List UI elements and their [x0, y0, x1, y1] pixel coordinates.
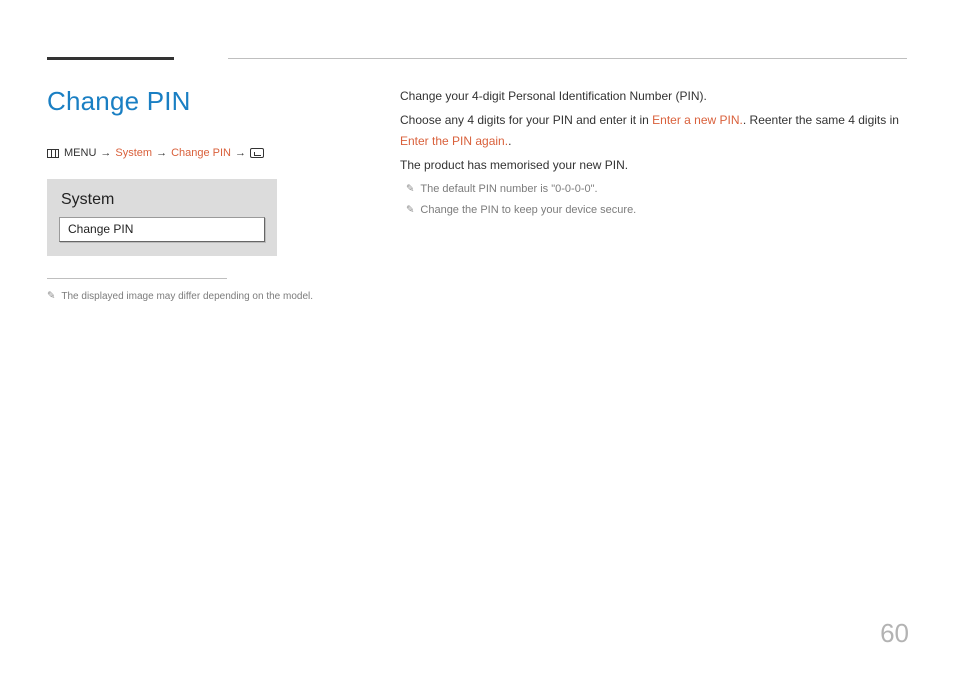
body-p1: Change your 4-digit Personal Identificat… [400, 86, 907, 106]
header-rule-thin [228, 58, 907, 59]
page-title: Change PIN [47, 86, 367, 117]
breadcrumb-change-pin[interactable]: Change PIN [171, 147, 231, 159]
panel-underline [47, 278, 227, 279]
header-rule-heavy [47, 57, 174, 60]
body-p2-c: . [508, 134, 511, 148]
menu-panel-row-change-pin[interactable]: Change PIN [59, 217, 265, 242]
pen-icon: ✎ [47, 291, 55, 302]
breadcrumb-system[interactable]: System [115, 147, 152, 159]
note-2-text: Change the PIN to keep your device secur… [420, 204, 636, 216]
link-enter-new-pin[interactable]: Enter a new PIN. [652, 113, 743, 127]
body-p2: Choose any 4 digits for your PIN and ent… [400, 110, 907, 151]
pen-icon: ✎ [406, 202, 414, 219]
menu-icon [47, 149, 59, 158]
link-enter-pin-again[interactable]: Enter the PIN again. [400, 134, 508, 148]
note-1-text: The default PIN number is "0-0-0-0". [420, 183, 597, 195]
menu-panel: System Change PIN [47, 179, 277, 256]
note-2: ✎ Change the PIN to keep your device secu… [406, 201, 907, 220]
menu-panel-heading: System [61, 191, 265, 209]
breadcrumb: MENU → System → Change PIN → [47, 147, 367, 159]
breadcrumb-arrow: → [156, 147, 167, 159]
body-p3: The product has memorised your new PIN. [400, 155, 907, 175]
left-column: Change PIN MENU → System → Change PIN → … [47, 86, 367, 302]
enter-icon [250, 148, 264, 158]
breadcrumb-arrow: → [100, 147, 111, 159]
breadcrumb-menu-label: MENU [64, 147, 96, 159]
pen-icon: ✎ [406, 180, 414, 197]
left-footnote-text: The displayed image may differ depending… [61, 291, 313, 302]
left-footnote: ✎ The displayed image may differ dependin… [47, 291, 367, 302]
page-number: 60 [880, 618, 909, 649]
note-1: ✎ The default PIN number is "0-0-0-0". [406, 180, 907, 199]
body-p2-a: Choose any 4 digits for your PIN and ent… [400, 113, 652, 127]
body-column: Change your 4-digit Personal Identificat… [400, 86, 907, 220]
breadcrumb-arrow: → [235, 147, 246, 159]
body-p2-b: . Reenter the same 4 digits in [743, 113, 899, 127]
